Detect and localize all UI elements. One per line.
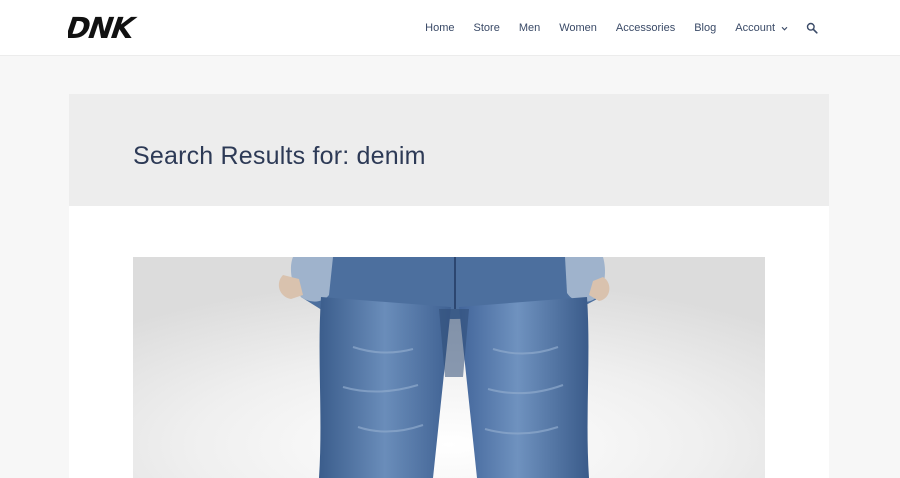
jeans-photo [133,257,765,478]
dnk-logo-mark: DNK [68,11,139,44]
main-nav: Home Store Men Women Accessories Blog Ac… [425,0,818,56]
search-icon[interactable] [806,22,818,34]
nav-women-label: Women [559,22,597,34]
nav-accessories-label: Accessories [615,22,676,34]
nav-accessories[interactable]: Accessories [616,22,675,34]
search-results-area [69,206,829,478]
nav-store[interactable]: Store [474,22,500,34]
nav-women[interactable]: Women [559,22,597,34]
nav-account[interactable]: Account [735,22,788,34]
nav-store-label: Store [473,22,500,34]
nav-blog[interactable]: Blog [694,22,716,34]
page-title-band: Search Results for: denim [69,94,829,206]
nav-home-label: Home [425,22,455,34]
logo-text: DNK [68,11,139,44]
nav-blog-label: Blog [694,22,717,34]
nav-home[interactable]: Home [425,22,454,34]
result-featured-image[interactable] [133,257,765,478]
site-header: DNK Home Store Men Women Accessories Blo… [0,0,900,56]
nav-account-label: Account [735,22,775,34]
nav-men-label: Men [518,22,541,34]
site-logo[interactable]: DNK [68,10,144,44]
page-title: Search Results for: denim [133,142,426,170]
nav-men[interactable]: Men [519,22,540,34]
chevron-down-icon [781,26,788,31]
